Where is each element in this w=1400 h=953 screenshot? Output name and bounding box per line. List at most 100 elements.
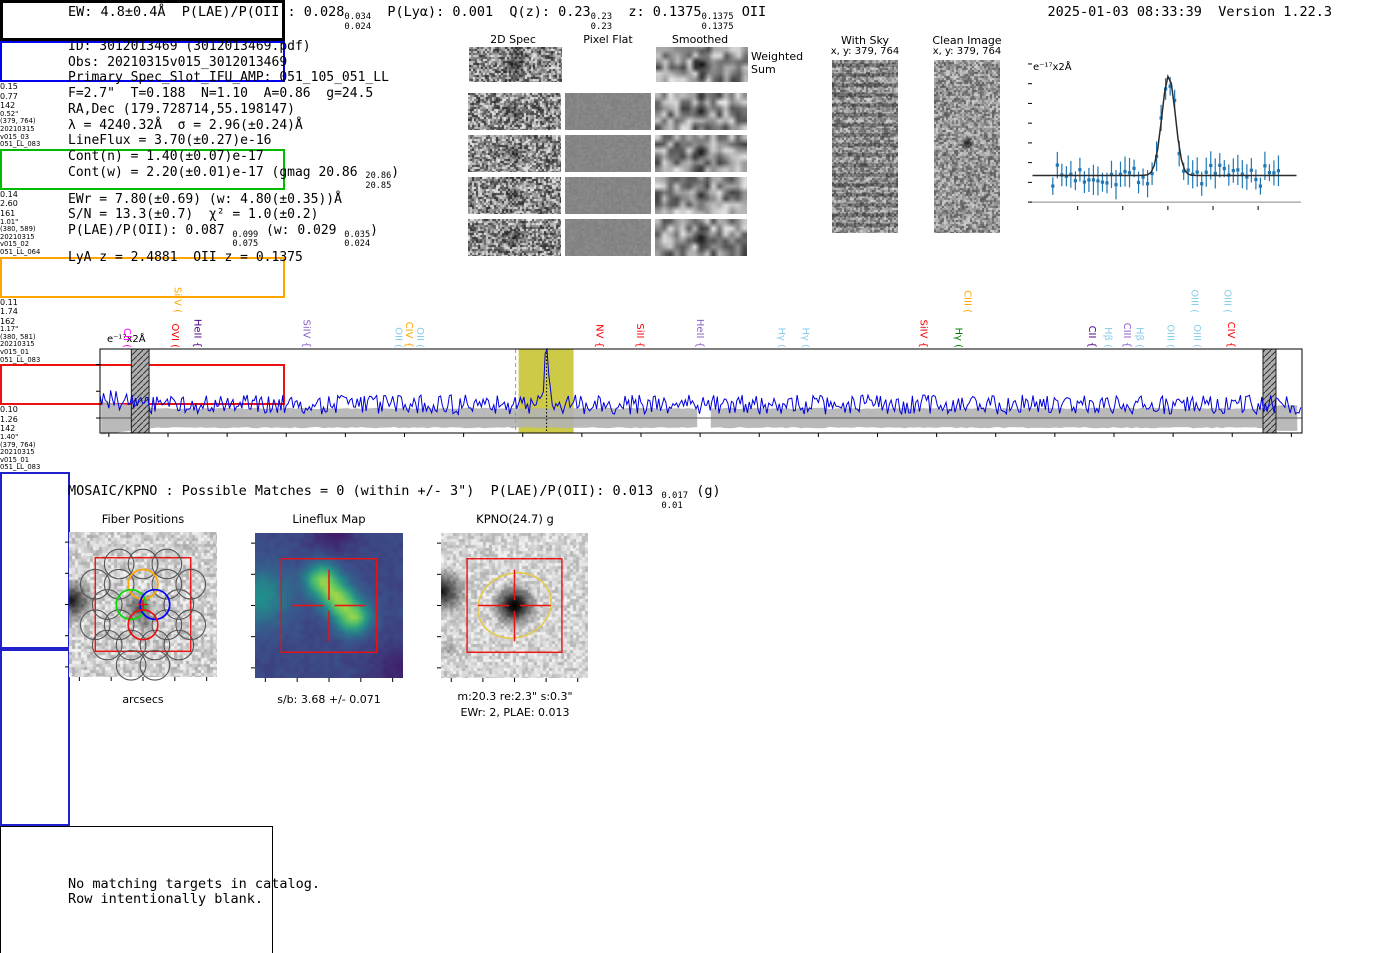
fiber-detail-value: 051_LL_083	[0, 140, 41, 149]
emission-line-label: OVI (	[169, 323, 181, 348]
kpno-overlay	[437, 542, 579, 682]
fiber-weight-value: 1.26	[0, 414, 18, 424]
emission-line-label: OII (	[413, 327, 425, 348]
text-segment: Obs: 20210315v015_3012013469	[68, 54, 288, 70]
info-line-12: LyA z = 2.4881 OII z = 0.1375	[68, 250, 399, 266]
text-segment: )	[391, 164, 400, 180]
weighted-sum-label-line1: Weighted	[751, 50, 804, 63]
spec2d-image	[468, 135, 561, 172]
emission-line-label: SiIV (	[171, 287, 183, 313]
emission-line-label: Hγ (	[799, 327, 811, 348]
smoothed-image	[655, 177, 747, 214]
spec2d-title-2dspec: 2D Spec	[490, 33, 536, 46]
kpno-caption-2: EWr: 2, PLAE: 0.013	[460, 706, 570, 719]
fiber-weight-value: 2.60	[0, 199, 18, 209]
sup-sub-stack: 20.86 20.85	[365, 171, 392, 191]
emission-line-label: NV {	[593, 324, 605, 348]
header-summary-line: EW: 4.8±0.4Å P(LAE)/P(OII): 0.028 0.034 0.…	[68, 4, 766, 33]
spec2d-image	[469, 47, 562, 82]
emission-line-label: Hβ (	[1133, 327, 1145, 348]
emission-line-label: CIII (	[961, 290, 973, 313]
emission-line-label: CIV {	[1225, 321, 1237, 348]
fiber-weight-value: 0.14	[0, 189, 18, 199]
text-segment: Primary Spec_Slot_IFU_AMP: 051_105_051_L…	[68, 70, 389, 86]
emission-line-label: CII (	[121, 328, 133, 348]
mosaic-match-line: MOSAIC/KPNO : Possible Matches = 0 (with…	[68, 483, 721, 512]
report-version: Version 1.22.3	[1218, 4, 1332, 20]
pixelflat-image	[566, 47, 652, 82]
sup-sub-stack: 0.099 0.075	[232, 229, 259, 250]
spec2d-image	[468, 177, 561, 214]
text-segment: Cont(w) = 2.20(±0.01)e-17 (gmag 20.86	[68, 164, 366, 180]
footer-line-2: Row intentionally blank.	[68, 891, 264, 907]
detection-info-block: ID: 3012013469 (3012013469.pdf) Obs: 2021…	[68, 39, 399, 266]
text-segment: MOSAIC/KPNO : Possible Matches = 0 (with…	[68, 483, 662, 499]
kpno-panel-title: KPNO(24.7) g	[476, 512, 554, 526]
sup-sub-stack: 0.23 0.23	[590, 11, 613, 32]
fiber-weight-value: 1.74	[0, 307, 18, 317]
text-segment: z: 0.1375	[612, 4, 702, 20]
spec2d-row-left-labels: 0.15 0.77 142	[0, 82, 26, 111]
withsky-coords: x, y: 379, 764	[830, 46, 900, 57]
spec2d-row-right-labels: 0.52" (379, 764) 20210315 v015_03 051_LL_083	[0, 110, 44, 149]
spec2d-row-left-labels: 0.14 2.60 161	[0, 190, 26, 219]
text-segment: P(Lyα): 0.001 Q(z): 0.23	[371, 4, 591, 20]
text-segment: (g)	[688, 483, 721, 499]
pixelflat-image	[565, 177, 651, 214]
text-segment: LyA z = 2.4881 OII z = 0.1375	[68, 249, 303, 265]
header-right: 2025-01-03 08:33:39 Version 1.22.3	[1040, 4, 1333, 20]
text-segment: EW: 4.8±0.4Å P(LAE)/P(OII): 0.028	[68, 4, 345, 20]
spec2d-title-smoothed: Smoothed	[671, 33, 729, 46]
spectrum-plot	[96, 347, 1303, 437]
emission-line-label: HeII {	[694, 318, 706, 348]
fiber-weight-value: 0.11	[0, 297, 18, 307]
pixelflat-image	[565, 93, 651, 130]
kpno-caption-1: m:20.3 re:2.3" s:0.3"	[457, 690, 573, 703]
fiber-overlay	[65, 541, 208, 681]
text-segment: LineFlux = 3.70(±0.27)e-16	[68, 133, 272, 149]
fiber-weight-value: 0.15	[0, 82, 18, 91]
fiber-weight-value: 0.10	[0, 405, 18, 415]
fiber-xlabel: arcsecs	[122, 693, 164, 706]
emission-line-label: HeII {	[191, 318, 203, 348]
info-line-11: P(LAE)/P(OII): 0.087 0.099 0.075 (w: 0.02…	[68, 223, 399, 250]
spec2d-row-right-labels: 1.17" (380, 581) 20210315 v015_01 051_LL_083	[0, 326, 44, 364]
report-page: EW: 4.8±0.4Å P(LAE)/P(OII): 0.028 0.034 0.…	[0, 0, 1400, 953]
sup-sub-stack: 0.017 0.01	[661, 490, 689, 511]
info-line-10: S/N = 13.3(±0.7) χ² = 1.0(±0.2)	[68, 207, 399, 223]
info-line-1: Obs: 20210315v015_3012013469	[68, 55, 399, 71]
info-line-7: Cont(n) = 1.40(±0.07)e-17	[68, 149, 399, 165]
smoothed-image	[655, 93, 747, 130]
fiber-detail-value: 051_LL_083	[0, 463, 41, 472]
info-line-0: ID: 3012013469 (3012013469.pdf)	[68, 39, 399, 55]
sup-sub-stack: 0.1375 0.1375	[701, 11, 734, 32]
smoothed-image	[656, 47, 748, 82]
emission-line-label: SiIV {	[917, 319, 929, 348]
text-segment: Cont(n) = 1.40(±0.07)e-17	[68, 148, 264, 164]
emission-line-label: CIII {	[1120, 322, 1132, 348]
text-segment: F=2.7" T=0.188 N=1.10 A=0.86 g=24.5	[68, 86, 374, 102]
text-segment: λ = 4240.32Å σ = 2.96(±0.24)Å	[68, 117, 303, 133]
emission-line-label: CII {	[1086, 325, 1098, 348]
emission-line-label: OII (	[392, 327, 404, 348]
report-timestamp: 2025-01-03 08:33:39	[1047, 4, 1202, 20]
pixelflat-image	[565, 219, 651, 256]
text-segment: P(LAE)/P(OII): 0.087	[68, 222, 233, 238]
pixelflat-image	[565, 135, 651, 172]
footer-line-1: No matching targets in catalog.	[68, 876, 320, 892]
text-segment: OII	[733, 4, 767, 20]
info-line-3: F=2.7" T=0.188 N=1.10 A=0.86 g=24.5	[68, 86, 399, 102]
emission-line-label: Hγ (	[775, 327, 787, 348]
fiber-detail-value: 051_LL_064	[0, 247, 41, 256]
emission-line-label: OIII (	[1164, 324, 1176, 348]
cleanimage-image	[934, 60, 1000, 233]
emission-line-label: SiII {	[633, 323, 645, 348]
lineflux-panel-title: Lineflux Map	[292, 512, 366, 526]
info-line-4: RA,Dec (179.728714,55.198147)	[68, 102, 399, 118]
info-line-8: Cont(w) = 2.20(±0.01)e-17 (gmag 20.86 20…	[68, 165, 399, 192]
withsky-image	[832, 60, 898, 233]
emission-line-label: OIII (	[1190, 324, 1202, 348]
withsky-border	[0, 472, 70, 649]
text-segment: EWr = 7.80(±0.69) (w: 4.80(±0.35))Å	[68, 191, 342, 207]
